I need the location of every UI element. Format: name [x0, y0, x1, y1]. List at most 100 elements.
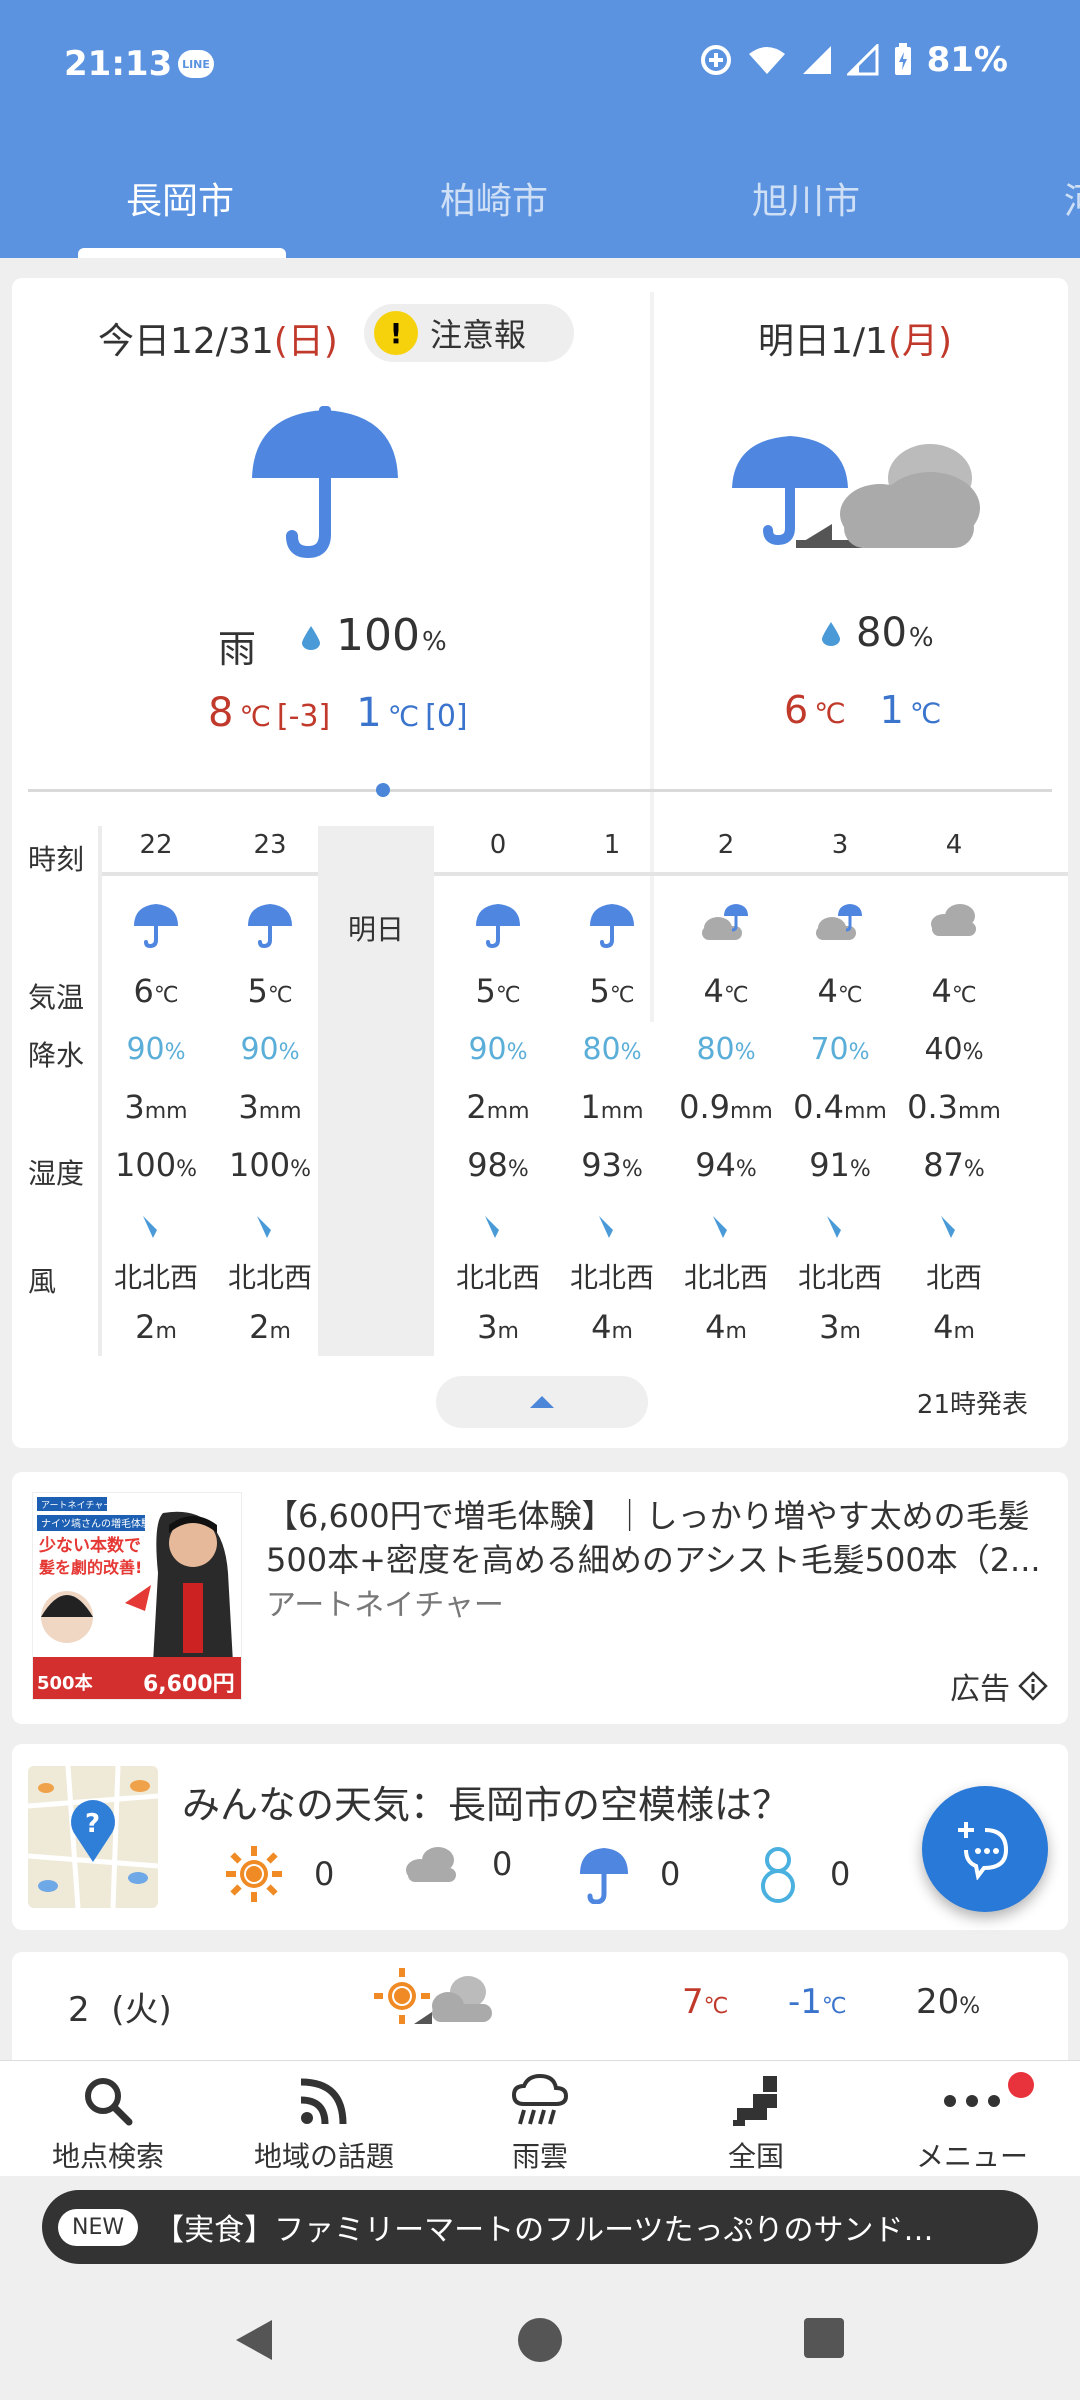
hour-rain-amount: 0.3mm [896, 1088, 1012, 1126]
nav-rain-cloud-label: 雨雲 [511, 2140, 568, 2173]
nav-rain-cloud[interactable]: 雨雲 [432, 2071, 648, 2175]
drop-icon [302, 626, 320, 650]
ad-card[interactable]: アートネイチャー ナイツ塙さんの増毛体験! 少ない本数で 髪を劇的改善! 500… [12, 1472, 1068, 1724]
hour-humidity: 100% [212, 1146, 328, 1184]
hour-amount-unit: mm [144, 1099, 188, 1124]
news-ticker[interactable]: NEW 【実食】ファミリーマートのフルーツたっぷりのサンド… [42, 2190, 1038, 2264]
tomorrow-low-unit: ℃ [909, 697, 942, 730]
drop-icon [822, 622, 840, 646]
vote-rainy-count: 0 [660, 1855, 681, 1893]
ad-image[interactable]: アートネイチャー ナイツ塙さんの増毛体験! 少ない本数で 髪を劇的改善! 500… [32, 1492, 242, 1700]
ad-brand: アートネイチャー [41, 1500, 112, 1511]
app-header: 21:13 LINE 81% 長岡市 柏崎市 旭川市 河 [0, 0, 1080, 258]
hour-wind-unit: m [839, 1319, 861, 1344]
hour-column: 4 4℃ 40% 0.3mm 87% 北西 4m [896, 826, 1012, 1356]
hour-amount-value: 0.3 [907, 1088, 958, 1126]
hourly-scroll-track [28, 789, 1052, 792]
community-title: みんなの天気：長岡市の空模様は？ [182, 1783, 791, 1827]
vote-snowy[interactable]: 0 [756, 1844, 850, 1904]
hour-wind-unit: m [497, 1319, 519, 1344]
issued-time: 21時発表 [916, 1390, 1028, 1420]
wind-arrow-icon [896, 1212, 1012, 1246]
hour-amount-value: 0.4 [793, 1088, 844, 1126]
tab-asahikawa[interactable]: 旭川市 [752, 172, 860, 224]
cloud-rain-icon [782, 900, 898, 948]
hour-rain-value: 90 [468, 1032, 507, 1067]
hour-amount-unit: mm [258, 1099, 302, 1124]
today-low-diff: [0] [425, 699, 468, 734]
ad-title[interactable]: 【6,600円で増毛体験】｜しっかり増やす太めの毛髪500本+密度を高める細めの… [266, 1494, 1046, 1582]
hour-temp: 4℃ [668, 972, 784, 1010]
tab-kashiwazaki[interactable]: 柏崎市 [440, 172, 548, 224]
hour-rain-unit: % [506, 1040, 528, 1065]
nav-local-topics[interactable]: 地域の話題 [216, 2071, 432, 2175]
ad-label[interactable]: 広告 [950, 1664, 1048, 1708]
cloud-icon [896, 900, 1012, 948]
today-weather: 雨 [218, 627, 257, 671]
hour-wind-speed-value: 4 [933, 1308, 954, 1346]
today-high-diff: [-3] [276, 699, 331, 734]
hour-humidity: 100% [98, 1146, 214, 1184]
back-icon[interactable] [232, 2316, 276, 2368]
news-headline[interactable]: 【実食】ファミリーマートのフルーツたっぷりのサンド… [154, 2205, 1034, 2249]
hourly-forecast-table[interactable]: 時刻 気温 降水 湿度 風 明日 22 6℃ 90% 3mm 100% 北北西 2m 23 5℃… [12, 826, 1068, 1356]
hour-rain-chance: 80% [554, 1032, 670, 1067]
system-navigation-bar [0, 2280, 1080, 2400]
recents-icon[interactable] [802, 2316, 846, 2364]
battery-level: 81% [926, 40, 1008, 80]
hour-rain-value: 90 [126, 1032, 165, 1067]
chevron-up-icon [530, 1396, 554, 1408]
hour-rain-unit: % [278, 1040, 300, 1065]
row-label-rain: 降水 [28, 1039, 85, 1072]
home-icon[interactable] [516, 2316, 564, 2368]
wifi-icon [747, 44, 787, 76]
hour-amount-value: 3 [238, 1088, 259, 1126]
hour-temp: 5℃ [440, 972, 556, 1010]
ad-label-text: 広告 [950, 1672, 1010, 1707]
tab-partial[interactable]: 河 [1064, 172, 1080, 224]
nav-location-search[interactable]: 地点検索 [0, 2071, 216, 2175]
hour-wind-speed: 3m [782, 1308, 898, 1346]
nav-menu[interactable]: メニュー [864, 2071, 1080, 2175]
hour-wind-unit: m [269, 1319, 291, 1344]
community-weather-card[interactable]: ? みんなの天気：長岡市の空模様は？ 0 0 0 0 [12, 1744, 1068, 1930]
nav-nationwide[interactable]: 全国 [648, 2071, 864, 2175]
hour-rain-value: 70 [810, 1032, 849, 1067]
hour-humidity-value: 93 [581, 1146, 622, 1184]
vote-cloudy[interactable]: 0 [402, 1844, 512, 1884]
vote-rainy[interactable]: 0 [578, 1844, 680, 1904]
hour-temp-unit: ℃ [951, 983, 977, 1008]
week-pop: 20% [916, 1982, 980, 2022]
umbrella-icon [440, 900, 556, 948]
ad-price: 6,600円 [143, 1672, 235, 1697]
hour-wind-speed-value: 3 [819, 1308, 840, 1346]
week-day: 2 (火) [68, 1982, 172, 2031]
hour-rain-unit: % [620, 1040, 642, 1065]
cloud-rain-icon [668, 900, 784, 948]
hour-temp: 5℃ [554, 972, 670, 1010]
collapse-button[interactable] [436, 1376, 648, 1428]
hour-wind-speed-value: 2 [249, 1308, 270, 1346]
news-new-badge: NEW [58, 2208, 139, 2246]
wind-arrow-icon [98, 1212, 214, 1246]
ad-tag: ナイツ塙さんの増毛体験! [41, 1517, 155, 1530]
hour-wind-unit: m [953, 1319, 975, 1344]
hourly-scroll-position[interactable] [376, 783, 390, 797]
vote-sunny[interactable]: 0 [224, 1844, 334, 1904]
today-date: 今日12/31 [98, 321, 274, 362]
tab-nagaoka[interactable]: 長岡市 [126, 172, 234, 224]
hour-wind-speed: 2m [212, 1308, 328, 1346]
warning-icon: ! [374, 311, 418, 355]
warning-badge[interactable]: ! 注意報 [364, 304, 574, 362]
wind-arrow-icon [440, 1212, 556, 1246]
hour-rain-value: 80 [582, 1032, 621, 1067]
week-day-weekday: (火) [111, 1990, 172, 2030]
week-high: 7℃ [682, 1982, 728, 2022]
tomorrow-date: 明日1/1 [758, 321, 888, 362]
hour-temp: 4℃ [782, 972, 898, 1010]
status-time: 21:13 [64, 44, 173, 84]
hour-temp-value: 5 [247, 972, 268, 1010]
weekly-row[interactable]: 2 (火) 7℃ -1℃ 20% [12, 1952, 1068, 2072]
post-weather-fab[interactable] [922, 1786, 1048, 1912]
hour-rain-amount: 0.9mm [668, 1088, 784, 1126]
